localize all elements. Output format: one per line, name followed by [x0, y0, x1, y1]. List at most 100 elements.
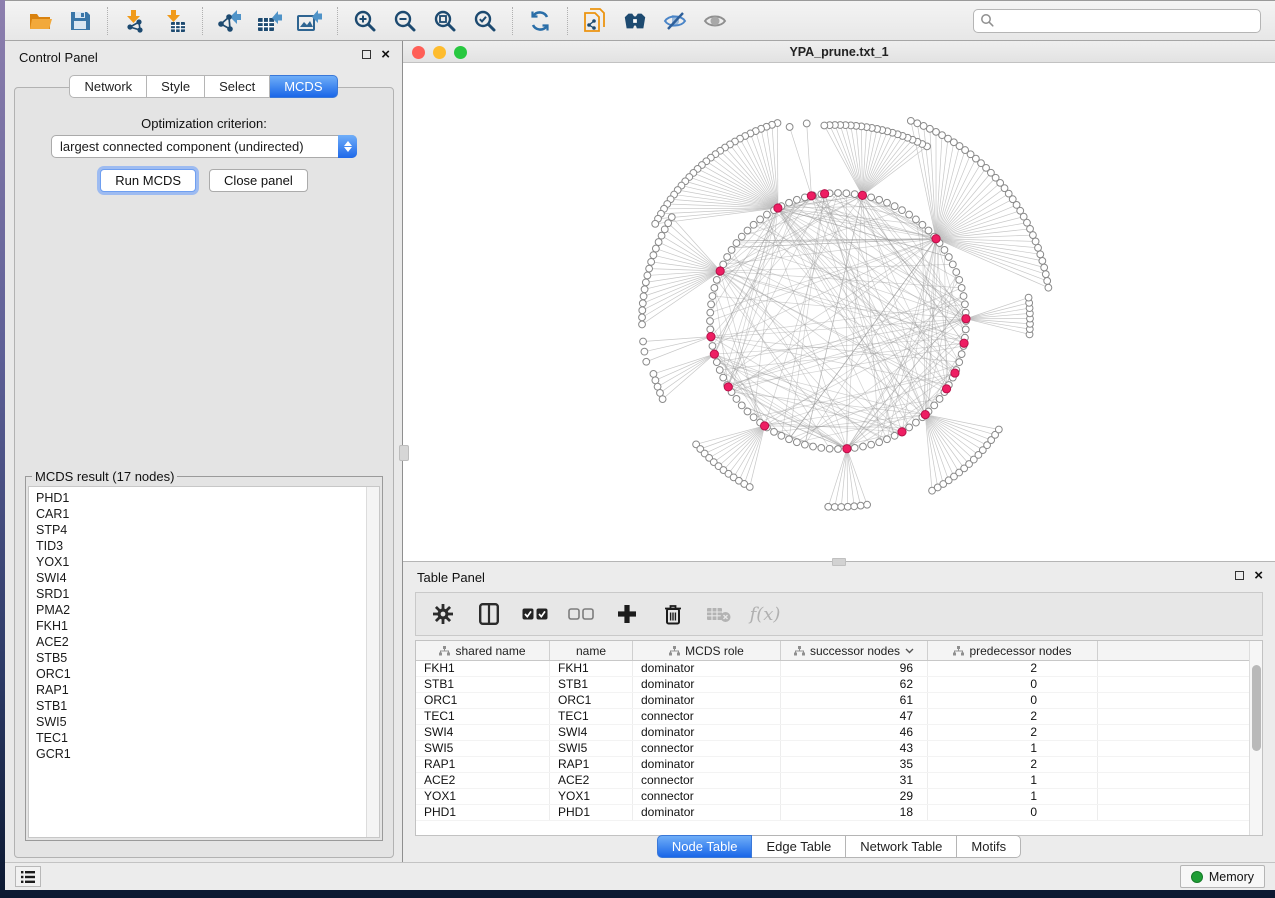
table-row[interactable]: YOX1YOX1connector291	[416, 789, 1262, 805]
network-node[interactable]	[641, 286, 648, 293]
network-node[interactable]	[962, 326, 969, 333]
network-edge[interactable]	[847, 449, 848, 507]
network-edge[interactable]	[966, 308, 1030, 319]
network-node[interactable]	[945, 254, 952, 261]
tab-motifs[interactable]: Motifs	[957, 835, 1021, 858]
network-edge[interactable]	[925, 415, 978, 455]
network-node[interactable]	[720, 374, 727, 381]
network-edge[interactable]	[847, 449, 854, 507]
network-node[interactable]	[643, 358, 650, 365]
select-all-icon[interactable]	[522, 601, 548, 627]
network-node[interactable]	[868, 441, 875, 448]
network-node[interactable]	[851, 503, 858, 510]
table-row[interactable]: RAP1RAP1dominator352	[416, 757, 1262, 773]
mcds-result-list[interactable]: PHD1CAR1STP4TID3YOX1SWI4SRD1PMA2FKH1ACE2…	[28, 486, 380, 838]
network-node[interactable]	[831, 504, 838, 511]
network-node[interactable]	[1041, 264, 1048, 271]
network-node[interactable]	[713, 359, 720, 366]
memory-button[interactable]: Memory	[1180, 865, 1265, 888]
zoom-fit-icon[interactable]	[432, 8, 458, 34]
mcds-result-item[interactable]: GCR1	[36, 746, 379, 762]
tab-node-table[interactable]: Node Table	[657, 835, 753, 858]
network-node[interactable]	[750, 221, 757, 228]
network-node[interactable]	[949, 261, 956, 268]
network-edge[interactable]	[723, 426, 764, 470]
network-edge[interactable]	[846, 125, 863, 195]
export-table-icon[interactable]	[257, 8, 283, 34]
import-network-icon[interactable]	[122, 8, 148, 34]
deselect-all-icon[interactable]	[568, 601, 594, 627]
network-edge[interactable]	[807, 123, 812, 195]
network-node[interactable]	[864, 501, 871, 508]
network-node[interactable]	[941, 246, 948, 253]
mcds-dominator-node[interactable]	[960, 339, 968, 347]
optimization-criterion-select[interactable]: largest connected component (undirected)	[51, 135, 357, 158]
mcds-dominator-node[interactable]	[821, 190, 829, 198]
mcds-dominator-node[interactable]	[921, 411, 929, 419]
network-node[interactable]	[709, 293, 716, 300]
delete-table-icon[interactable]	[706, 601, 732, 627]
network-node[interactable]	[640, 293, 647, 300]
export-network-icon[interactable]	[217, 8, 243, 34]
network-node[interactable]	[639, 300, 646, 307]
network-node[interactable]	[1025, 294, 1032, 301]
zoom-out-icon[interactable]	[392, 8, 418, 34]
network-node[interactable]	[857, 502, 864, 509]
export-image-icon[interactable]	[297, 8, 323, 34]
network-node[interactable]	[913, 419, 920, 426]
mcds-result-item[interactable]: SWI4	[36, 570, 379, 586]
column-header-name[interactable]: name	[550, 641, 633, 660]
network-node[interactable]	[851, 445, 858, 452]
search-network-icon[interactable]	[622, 8, 648, 34]
mcds-dominator-node[interactable]	[843, 445, 851, 453]
network-canvas[interactable]	[403, 63, 1275, 564]
network-node[interactable]	[843, 190, 850, 197]
tab-edge-table[interactable]: Edge Table	[752, 835, 846, 858]
network-node[interactable]	[899, 207, 906, 214]
network-node[interactable]	[793, 196, 800, 203]
network-node[interactable]	[646, 265, 653, 272]
network-node[interactable]	[844, 503, 851, 510]
network-node[interactable]	[771, 428, 778, 435]
column-header-MCDS-role[interactable]: MCDS role	[633, 641, 781, 660]
float-table-panel-icon[interactable]	[1235, 571, 1244, 580]
network-node[interactable]	[713, 276, 720, 283]
network-node[interactable]	[763, 211, 770, 218]
network-node[interactable]	[884, 436, 891, 443]
network-edge[interactable]	[847, 449, 861, 506]
network-node[interactable]	[825, 503, 832, 510]
network-node[interactable]	[709, 343, 716, 350]
close-window-icon[interactable]	[412, 46, 425, 59]
network-node[interactable]	[891, 203, 898, 210]
network-edge[interactable]	[642, 271, 720, 324]
network-node[interactable]	[708, 301, 715, 308]
network-node[interactable]	[750, 414, 757, 421]
network-node[interactable]	[906, 424, 913, 431]
network-edge[interactable]	[936, 239, 1047, 281]
minimize-window-icon[interactable]	[433, 46, 446, 59]
mcds-dominator-node[interactable]	[716, 267, 724, 275]
network-node[interactable]	[925, 227, 932, 234]
network-node[interactable]	[1032, 238, 1039, 245]
network-edge[interactable]	[653, 354, 714, 374]
search-input[interactable]	[995, 14, 1254, 28]
network-node[interactable]	[793, 439, 800, 446]
network-edge[interactable]	[790, 127, 812, 196]
network-node[interactable]	[644, 272, 651, 279]
network-node[interactable]	[876, 439, 883, 446]
network-node[interactable]	[641, 348, 648, 355]
network-edge[interactable]	[756, 131, 778, 208]
zoom-selected-icon[interactable]	[472, 8, 498, 34]
network-node[interactable]	[803, 120, 810, 127]
float-panel-icon[interactable]	[362, 50, 371, 59]
network-node[interactable]	[958, 284, 965, 291]
function-builder-icon[interactable]: f(x)	[752, 601, 778, 627]
delete-row-icon[interactable]	[660, 601, 686, 627]
network-node[interactable]	[733, 240, 740, 247]
mcds-dominator-node[interactable]	[942, 385, 950, 393]
mcds-dominator-node[interactable]	[760, 422, 768, 430]
network-node[interactable]	[818, 445, 825, 452]
network-edge[interactable]	[847, 449, 867, 505]
table-row[interactable]: FKH1FKH1dominator962	[416, 661, 1262, 677]
network-node[interactable]	[639, 321, 646, 328]
